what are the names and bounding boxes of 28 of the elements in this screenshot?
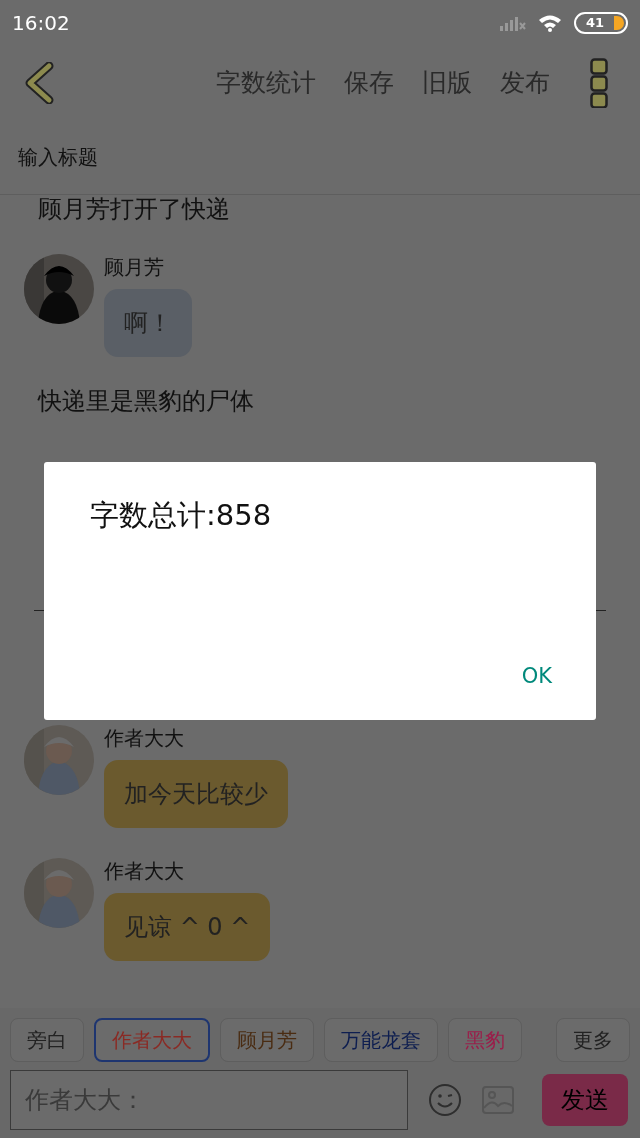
ok-button[interactable]: OK (503, 660, 570, 692)
message-bubble: 见谅 ^ 0 ^ (104, 892, 271, 961)
character-chip[interactable]: 万能龙套 (324, 1018, 438, 1062)
send-button[interactable]: 发送 (542, 1074, 628, 1126)
character-chip[interactable]: 旁白 (10, 1018, 84, 1062)
more-button[interactable]: 更多 (556, 1018, 630, 1062)
narration-text: 快递里是黑豹的尸体 (36, 386, 255, 416)
speaker-name: 顾月芳 (104, 253, 164, 281)
speaker-name: 作者大大 (104, 857, 184, 885)
narration-text: 顾月芳打开了快递 (37, 195, 231, 224)
back-icon[interactable] (24, 61, 54, 104)
battery-icon: 41 (574, 11, 628, 34)
character-chip[interactable]: 黑豹 (448, 1018, 522, 1062)
dialog-message: 字数总计:858 (90, 497, 272, 534)
character-chip[interactable]: 顾月芳 (220, 1018, 314, 1062)
toolbar-button[interactable]: 旧版 (412, 66, 482, 99)
status-time: 16:02 (12, 10, 70, 35)
speaker-name: 作者大大 (104, 724, 184, 752)
signal-icon (500, 14, 526, 31)
emoji-icon[interactable] (428, 1083, 462, 1117)
wifi-icon (538, 13, 562, 32)
toolbar-button[interactable]: 发布 (490, 66, 560, 99)
menu-icon[interactable] (590, 57, 608, 108)
message-bubble: 啊！ (104, 288, 192, 357)
toolbar-button[interactable]: 字数统计 (206, 66, 326, 99)
toolbar-button[interactable]: 保存 (334, 66, 404, 99)
message-bubble: 加今天比较少 (104, 759, 288, 828)
character-chip[interactable]: 作者大大 (94, 1018, 210, 1062)
